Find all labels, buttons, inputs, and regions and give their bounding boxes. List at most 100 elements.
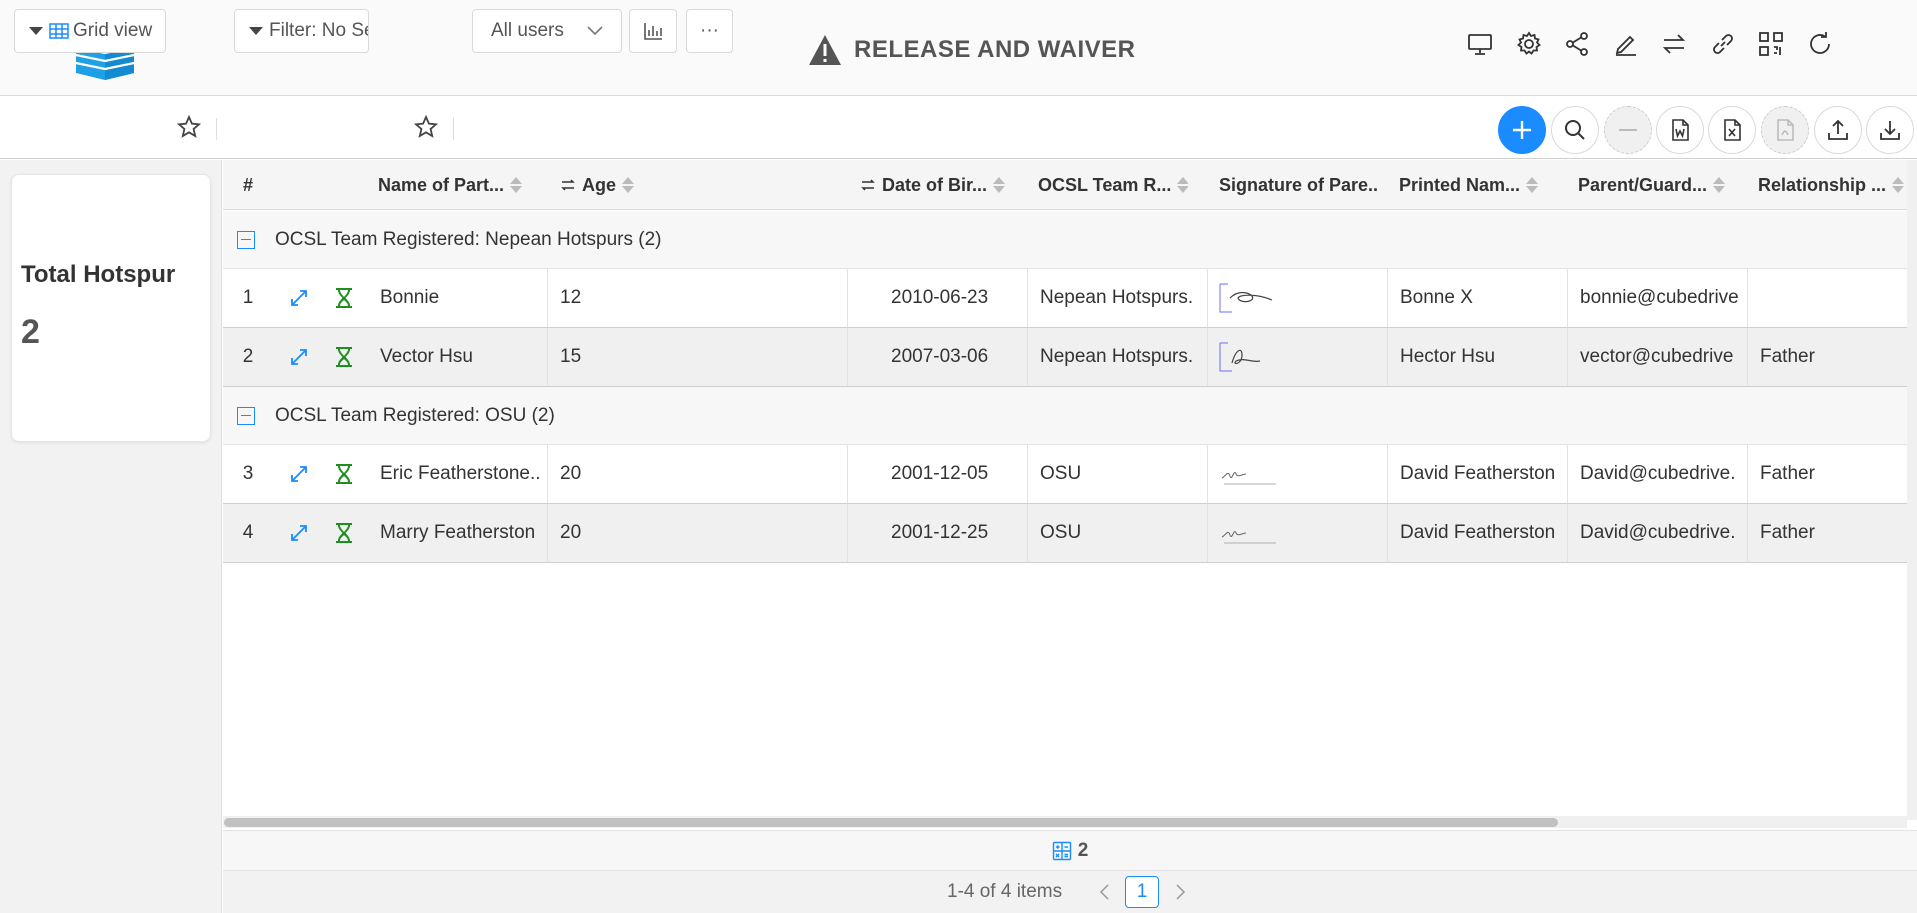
search-button[interactable] bbox=[1551, 106, 1599, 154]
chart-button[interactable] bbox=[629, 9, 677, 53]
printed-name-cell[interactable]: Hector Hsu bbox=[1388, 328, 1568, 386]
sort-icon[interactable] bbox=[1892, 177, 1905, 193]
column-header-name[interactable]: Name of Part... bbox=[378, 160, 528, 210]
team-cell[interactable]: OSU bbox=[1028, 504, 1208, 562]
edit-icon[interactable] bbox=[1612, 30, 1640, 58]
export-pdf-button[interactable] bbox=[1761, 106, 1809, 154]
table-row[interactable]: 1 Bonnie 12 2010-06-23 Nepean Hotspurs. … bbox=[223, 269, 1907, 328]
column-header-team[interactable]: OCSL Team R... bbox=[1038, 160, 1188, 210]
age-cell[interactable]: 15 bbox=[548, 328, 848, 386]
team-cell[interactable]: OSU bbox=[1028, 445, 1208, 503]
sort-icon[interactable] bbox=[510, 177, 523, 193]
chevron-right-icon[interactable] bbox=[1172, 883, 1188, 901]
summary-bar: 2 bbox=[223, 830, 1917, 870]
column-header-dob[interactable]: Date of Bir... bbox=[860, 160, 1010, 210]
age-cell[interactable]: 20 bbox=[548, 445, 848, 503]
name-cell[interactable]: Vector Hsu bbox=[368, 328, 548, 386]
share-icon[interactable] bbox=[1563, 30, 1591, 58]
upload-button[interactable] bbox=[1814, 106, 1862, 154]
hourglass-icon[interactable] bbox=[332, 345, 356, 369]
group-row[interactable]: OCSL Team Registered: Nepean Hotspurs (2… bbox=[223, 211, 1907, 269]
minus-icon bbox=[1619, 129, 1637, 131]
dob-cell[interactable]: 2001-12-25 bbox=[848, 504, 1028, 562]
qr-icon[interactable] bbox=[1757, 30, 1785, 58]
sort-icon[interactable] bbox=[993, 177, 1006, 193]
dob-cell[interactable]: 2010-06-23 bbox=[848, 269, 1028, 327]
column-header-relationship[interactable]: Relationship ... bbox=[1758, 160, 1907, 210]
export-word-button[interactable] bbox=[1656, 106, 1704, 154]
email-cell[interactable]: bonnie@cubedrive bbox=[1568, 269, 1748, 327]
link-icon[interactable] bbox=[1709, 30, 1737, 58]
swap-icon bbox=[861, 179, 875, 191]
signature-cell[interactable] bbox=[1208, 328, 1388, 386]
star-icon[interactable] bbox=[414, 115, 438, 139]
name-cell[interactable]: Marry Featherston bbox=[368, 504, 548, 562]
name-cell[interactable]: Eric Featherstone.. bbox=[368, 445, 548, 503]
column-header-number: # bbox=[242, 174, 253, 195]
printed-name-cell[interactable]: David Featherston bbox=[1388, 445, 1568, 503]
filter-button[interactable]: Filter: No Setti bbox=[234, 9, 369, 53]
signature-cell[interactable] bbox=[1208, 269, 1388, 327]
relationship-cell[interactable]: Father bbox=[1748, 445, 1907, 503]
email-cell[interactable]: David@cubedrive. bbox=[1568, 445, 1748, 503]
collapse-icon[interactable] bbox=[237, 406, 255, 425]
column-header-age[interactable]: Age bbox=[560, 160, 680, 210]
column-header-signature[interactable]: Signature of Pare... bbox=[1219, 160, 1379, 210]
grid-view-button[interactable]: Grid view bbox=[14, 9, 166, 53]
age-cell[interactable]: 20 bbox=[548, 504, 848, 562]
expand-icon[interactable] bbox=[287, 462, 311, 486]
hourglass-icon[interactable] bbox=[332, 521, 356, 545]
scrollbar-thumb[interactable] bbox=[224, 818, 1558, 827]
printed-name-cell[interactable]: David Featherston bbox=[1388, 504, 1568, 562]
more-button[interactable]: ··· bbox=[686, 9, 733, 53]
sort-icon[interactable] bbox=[1713, 177, 1726, 193]
expand-icon[interactable] bbox=[287, 521, 311, 545]
relationship-cell[interactable] bbox=[1748, 269, 1907, 327]
grid-header: # Name of Part... Age Date of Bir... OCS… bbox=[223, 160, 1907, 210]
hourglass-icon[interactable] bbox=[332, 286, 356, 310]
star-icon[interactable] bbox=[177, 115, 201, 139]
email-cell[interactable]: vector@cubedrive bbox=[1568, 328, 1748, 386]
sort-icon[interactable] bbox=[622, 177, 635, 193]
dob-cell[interactable]: 2001-12-05 bbox=[848, 445, 1028, 503]
expand-icon[interactable] bbox=[287, 345, 311, 369]
swap-icon[interactable] bbox=[1660, 30, 1688, 58]
team-cell[interactable]: Nepean Hotspurs. bbox=[1028, 328, 1208, 386]
relationship-cell[interactable]: Father bbox=[1748, 504, 1907, 562]
hourglass-icon[interactable] bbox=[332, 462, 356, 486]
download-button[interactable] bbox=[1866, 106, 1914, 154]
export-excel-button[interactable] bbox=[1708, 106, 1756, 154]
table-row[interactable]: 2 Vector Hsu 15 2007-03-06 Nepean Hotspu… bbox=[223, 328, 1907, 387]
users-select[interactable]: All users bbox=[472, 9, 622, 53]
table-row[interactable]: 4 Marry Featherston 20 2001-12-25 OSU Da… bbox=[223, 504, 1907, 563]
group-row[interactable]: OCSL Team Registered: OSU (2) bbox=[223, 387, 1907, 445]
column-header-printed-name[interactable]: Printed Nam... bbox=[1399, 160, 1549, 210]
grid-icon bbox=[49, 23, 69, 39]
table-row[interactable]: 3 Eric Featherstone.. 20 2001-12-05 OSU … bbox=[223, 445, 1907, 504]
relationship-cell[interactable]: Father bbox=[1748, 328, 1907, 386]
column-header-guardian[interactable]: Parent/Guard... bbox=[1578, 160, 1728, 210]
gear-icon[interactable] bbox=[1515, 30, 1543, 58]
age-cell[interactable]: 12 bbox=[548, 269, 848, 327]
summary-card[interactable]: Total Hotspur 2 bbox=[11, 174, 211, 442]
name-cell[interactable]: Bonnie bbox=[368, 269, 548, 327]
monitor-icon[interactable] bbox=[1466, 30, 1494, 58]
calculator-icon[interactable] bbox=[1052, 841, 1072, 861]
printed-name-cell[interactable]: Bonne X bbox=[1388, 269, 1568, 327]
signature-cell[interactable] bbox=[1208, 445, 1388, 503]
dob-cell[interactable]: 2007-03-06 bbox=[848, 328, 1028, 386]
vertical-scrollbar[interactable] bbox=[1907, 160, 1917, 820]
remove-button[interactable] bbox=[1604, 106, 1652, 154]
collapse-icon[interactable] bbox=[237, 230, 255, 249]
summary-count: 2 bbox=[1077, 839, 1089, 861]
add-record-button[interactable] bbox=[1498, 106, 1546, 154]
chevron-left-icon[interactable] bbox=[1097, 883, 1113, 901]
sort-icon[interactable] bbox=[1526, 177, 1539, 193]
expand-icon[interactable] bbox=[287, 286, 311, 310]
sort-icon[interactable] bbox=[1177, 177, 1188, 193]
page-number-button[interactable]: 1 bbox=[1125, 876, 1159, 908]
signature-cell[interactable] bbox=[1208, 504, 1388, 562]
team-cell[interactable]: Nepean Hotspurs. bbox=[1028, 269, 1208, 327]
email-cell[interactable]: David@cubedrive. bbox=[1568, 504, 1748, 562]
refresh-icon[interactable] bbox=[1806, 30, 1834, 58]
